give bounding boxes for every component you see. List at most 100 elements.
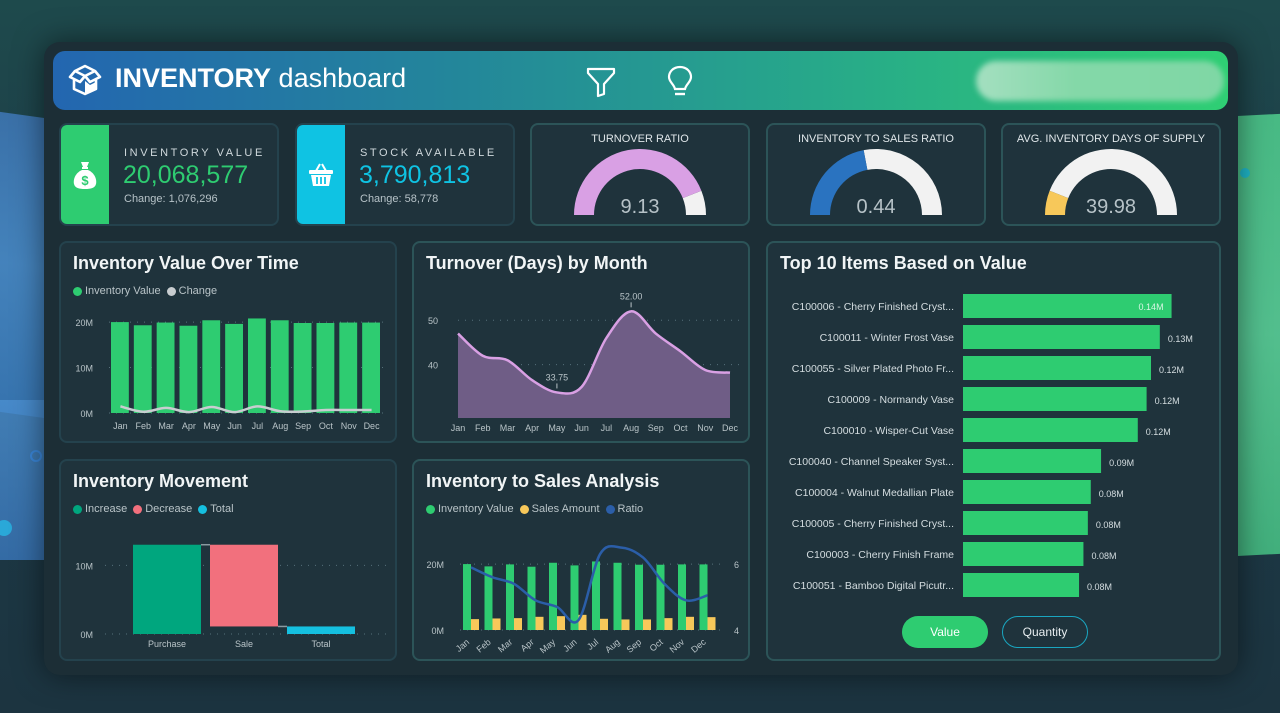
bar-top-item: [963, 356, 1151, 380]
bar-top-item: [963, 480, 1091, 504]
data-label: 0.08M: [1087, 582, 1112, 592]
bar-category-label: C100010 - Wisper-Cut Vase: [823, 425, 954, 437]
data-label: 0.12M: [1159, 365, 1184, 375]
x-tick-label: Oct: [648, 637, 666, 654]
bar-inventory-value: [202, 320, 221, 413]
gauge-inventory-to-sales: INVENTORY TO SALES RATIO 0.44: [766, 123, 986, 226]
x-tick-label: Nov: [668, 637, 687, 655]
gauge-value: 0.44: [857, 196, 896, 218]
value-toggle-button[interactable]: Value: [902, 616, 988, 648]
data-label: 0.08M: [1099, 489, 1124, 499]
gauge-turnover-ratio: TURNOVER RATIO 9.13: [530, 123, 750, 226]
bar-sales-amount: [664, 618, 673, 630]
bar-category-label: C100011 - Winter Frost Vase: [820, 332, 955, 344]
bar-sales-amount: [514, 618, 522, 630]
x-tick-label: Oct: [319, 421, 334, 431]
bar-inventory-value: [179, 325, 198, 413]
bar-sales-amount: [557, 616, 565, 630]
x-tick-label: Total: [311, 639, 330, 649]
decor-node: [1240, 168, 1250, 178]
x-tick-label: Feb: [135, 421, 151, 431]
x-tick-label: Sep: [625, 637, 644, 655]
bar-top-item: [963, 449, 1102, 473]
lightbulb-icon[interactable]: [664, 64, 696, 98]
bar-inventory-value: [362, 322, 380, 413]
chart-turnover: 40 50 Jan Feb Mar Apr May Jun Jul Aug Sep Oct Nov Dec…: [428, 291, 739, 433]
data-label: 33.75: [546, 372, 569, 382]
gauge-svg: 39.98: [1045, 148, 1177, 218]
data-label: 0.14M: [1139, 302, 1164, 312]
bar-inventory-value: [549, 562, 557, 630]
bar-top-item: [963, 325, 1160, 349]
x-tick-label: Dec: [364, 421, 381, 431]
gauge-svg: 9.13: [574, 148, 706, 218]
y-tick-label: 0M: [80, 630, 93, 640]
bar-sales-amount: [471, 619, 479, 630]
x-tick-label: May: [538, 637, 558, 656]
bar-category-label: C100004 - Walnut Medallian Plate: [795, 487, 954, 499]
bar-top-item: [963, 573, 1080, 597]
bar-sales-amount: [535, 616, 544, 630]
data-label: 0.08M: [1096, 520, 1121, 530]
gauge-value: 39.98: [1086, 196, 1136, 218]
title-bold: INVENTORY: [115, 63, 272, 93]
kpi-label: STOCK AVAILABLE: [360, 147, 497, 159]
kpi-change: Change: 1,076,296: [124, 193, 218, 205]
quantity-toggle-button[interactable]: Quantity: [1002, 616, 1088, 648]
user-info-blurred: [976, 61, 1224, 101]
bar-sales-amount: [707, 617, 716, 630]
x-tick-label: Feb: [474, 637, 492, 655]
waterfall-bar-total: [287, 626, 355, 634]
x-tick-label: Jul: [601, 423, 613, 433]
data-label: 52.00: [620, 291, 643, 301]
bar-inventory-value: [613, 562, 622, 630]
x-tick-label: Apr: [525, 423, 539, 433]
background-panel-left-lower: [0, 400, 45, 560]
gauge-svg: 0.44: [810, 149, 942, 218]
bar-inventory-value: [133, 325, 152, 413]
data-label: 0.13M: [1168, 334, 1193, 344]
bar-category-label: C100009 - Normandy Vase: [828, 394, 955, 406]
kpi-change: Change: 58,778: [360, 193, 439, 205]
waterfall-bar-increase: [133, 544, 201, 634]
x-tick-label: Purchase: [148, 639, 186, 649]
bar-category-label: C100003 - Cherry Finish Frame: [806, 549, 954, 561]
panel-turnover: Turnover (Days) by Month 40 50 Jan Feb Mar Ap…: [412, 241, 750, 443]
svg-text:$: $: [81, 173, 89, 188]
x-tick-label: Oct: [674, 423, 689, 433]
x-tick-label: Aug: [623, 423, 639, 433]
x-tick-label: Nov: [697, 423, 714, 433]
x-tick-label: Jun: [561, 637, 579, 654]
bar-sales-amount: [686, 616, 694, 630]
bar-category-label: C100006 - Cherry Finished Cryst...: [792, 301, 954, 313]
bar-inventory-value: [339, 322, 358, 413]
filter-icon[interactable]: [585, 64, 617, 98]
bar-inventory-value: [156, 322, 175, 413]
bar-inventory-value: [463, 564, 471, 630]
bar-inventory-value: [506, 564, 514, 630]
x-tick-label: Jun: [574, 423, 589, 433]
bar-sales-amount: [492, 618, 501, 630]
chart-inventory-to-sales: 0M 20M 4 6 Jan Feb Mar Apr May Jun Jul Aug Sep Oct Nov…: [426, 544, 739, 656]
title-light: dashboard: [278, 63, 407, 93]
kpi-value: 3,790,813: [359, 161, 471, 189]
y-tick-label: 10M: [75, 561, 93, 571]
x-tick-label: Jan: [451, 423, 466, 433]
x-tick-label: Sep: [295, 421, 311, 431]
bar-sales-amount: [621, 619, 630, 630]
bar-category-label: C100051 - Bamboo Digital Picutr...: [793, 580, 954, 592]
header-bar: INVENTORY dashboard: [53, 51, 1228, 110]
kpi-value: 20,068,577: [123, 161, 249, 189]
panel-inventory-to-sales: Inventory to Sales Analysis Inventory Va…: [412, 459, 750, 661]
x-tick-label: May: [203, 421, 221, 431]
bar-top-item: [963, 511, 1088, 535]
x-tick-label: Aug: [272, 421, 288, 431]
waterfall-bar-decrease: [210, 544, 278, 627]
panel-value-over-time: Inventory Value Over Time Inventory Valu…: [59, 241, 397, 443]
decor-node: [30, 450, 42, 462]
bar-sales-amount: [643, 619, 651, 630]
x-tick-label: Mar: [158, 421, 174, 431]
x-tick-label: Jan: [113, 421, 128, 431]
x-tick-label: Aug: [603, 637, 622, 655]
data-label: 0.09M: [1109, 458, 1134, 468]
